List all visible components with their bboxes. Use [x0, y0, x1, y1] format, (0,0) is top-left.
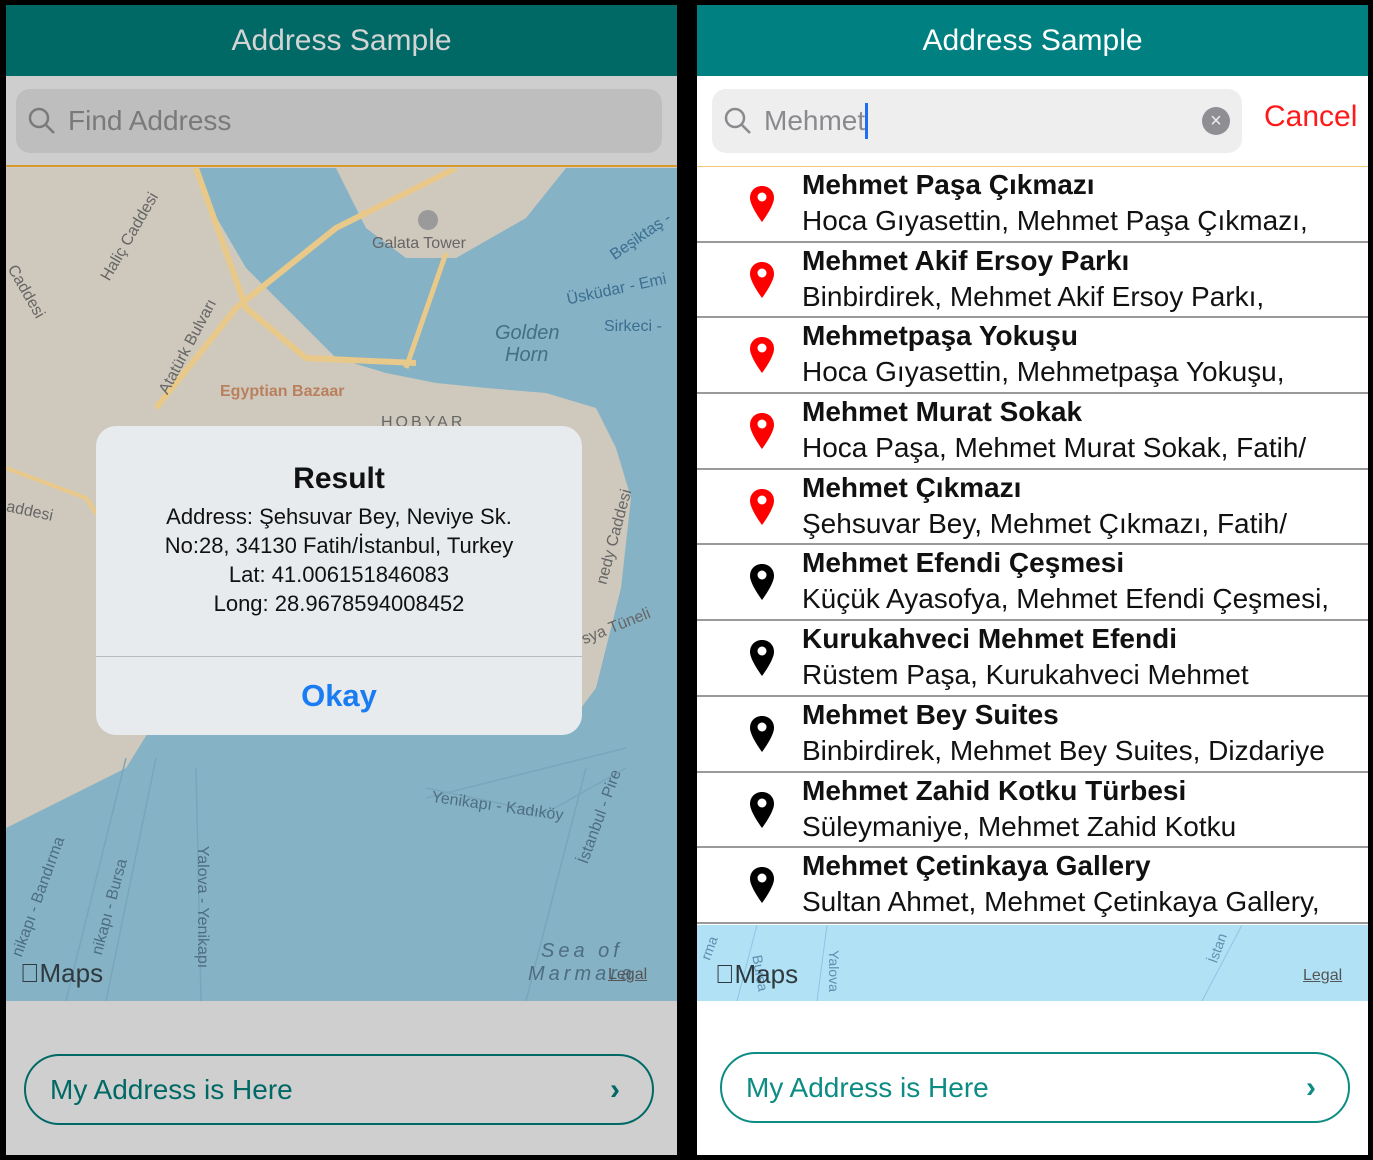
result-subtitle: Küçük Ayasofya, Mehmet Efendi Çeşmesi,	[802, 583, 1330, 615]
my-address-button[interactable]: My Address is Here ›	[24, 1054, 654, 1125]
result-row[interactable]: Mehmet Paşa Çıkmazı Hoca Gıyasettin, Meh…	[697, 167, 1368, 243]
okay-button[interactable]: Okay	[96, 657, 582, 735]
location-pin-icon	[750, 564, 774, 601]
map-label: Sea of	[541, 940, 623, 962]
location-pin-icon	[750, 261, 774, 298]
result-subtitle: Binbirdirek, Mehmet Akif Ersoy Parkı,	[802, 280, 1265, 312]
alert-latitude: Lat: 41.006151846083	[228, 562, 450, 587]
button-label: My Address is Here	[746, 1071, 989, 1103]
result-subtitle: Hoca Gıyasettin, Mehmet Paşa Çıkmazı,	[802, 205, 1308, 236]
result-subtitle: Hoca Gıyasettin, Mehmetpaşa Yokuşu,	[802, 356, 1285, 388]
result-title: Mehmet Zahid Kotku Türbesi	[802, 774, 1187, 806]
result-title: Mehmet Çetinkaya Gallery	[802, 850, 1151, 882]
location-pin-icon	[750, 413, 774, 450]
map-label: Egyptian Bazaar	[220, 383, 345, 400]
map-label: Sirkeci -	[604, 318, 662, 335]
result-row[interactable]: Mehmet Zahid Kotku Türbesi Süleymaniye, …	[697, 773, 1368, 849]
location-pin-icon	[750, 186, 774, 222]
left-screen: Address Sample Find Address Haliç Caddes…	[6, 5, 677, 1155]
result-title: Kurukahveci Mehmet Efendi	[802, 623, 1177, 655]
result-row[interactable]: Mehmet Murat Sokak Hoca Paşa, Mehmet Mur…	[697, 394, 1368, 470]
result-row[interactable]: Mehmet Efendi Çeşmesi Küçük Ayasofya, Me…	[697, 545, 1368, 622]
result-title: Mehmet Murat Sokak	[802, 396, 1083, 428]
result-row[interactable]: Mehmetpaşa Yokuşu Hoca Gıyasettin, Mehme…	[697, 318, 1368, 395]
result-subtitle: Şehsuvar Bey, Mehmet Çıkmazı, Fatih/	[802, 507, 1287, 539]
nav-header: Address Sample	[697, 5, 1368, 76]
app-title: Address Sample	[922, 23, 1143, 57]
result-subtitle: Sultan Ahmet, Mehmet Çetinkaya Gallery,	[802, 886, 1320, 918]
app-title: Address Sample	[231, 23, 452, 57]
location-pin-icon	[750, 337, 774, 374]
result-title: Mehmet Akif Ersoy Parkı	[802, 244, 1130, 276]
map-view[interactable]: rma Bursa Yalova İstan Maps Legal	[697, 925, 1368, 1001]
result-subtitle: Süleymaniye, Mehmet Zahid Kotku	[802, 810, 1237, 842]
result-alert: Result Address: Şehsuvar Bey, Neviye Sk.…	[96, 426, 582, 735]
search-bar: Mehmet × Cancel	[697, 76, 1368, 167]
right-screen: Address Sample Mehmet × Cancel Mehmet Pa…	[697, 5, 1368, 1155]
chevron-right-icon: ›	[1306, 1070, 1316, 1104]
location-pin-icon	[750, 640, 774, 677]
result-subtitle: Hoca Paşa, Mehmet Murat Sokak, Fatih/	[802, 432, 1307, 464]
result-row[interactable]: Mehmet Çetinkaya Gallery Sultan Ahmet, M…	[697, 848, 1368, 924]
results-list: Mehmet Paşa Çıkmazı Hoca Gıyasettin, Meh…	[697, 167, 1368, 924]
clear-icon[interactable]: ×	[1202, 107, 1230, 135]
apple-maps-logo: Maps	[20, 958, 103, 988]
apple-maps-logo: Maps	[715, 959, 798, 989]
map-label: Galata Tower	[372, 235, 466, 252]
text-cursor	[865, 103, 869, 139]
alert-address-line: No:28, 34130 Fatih/İstanbul, Turkey	[164, 533, 514, 558]
result-title: Mehmet Paşa Çıkmazı	[802, 169, 1095, 200]
cancel-button[interactable]: Cancel	[1264, 100, 1357, 134]
search-value: Mehmet	[764, 105, 866, 136]
map-label: Horn	[505, 344, 549, 366]
result-subtitle: Rüstem Paşa, Kurukahveci Mehmet	[802, 659, 1249, 691]
location-pin-icon	[750, 867, 774, 904]
map-label: Yalova - Yenikapı	[194, 845, 212, 969]
result-row[interactable]: Mehmet Çıkmazı Şehsuvar Bey, Mehmet Çıkm…	[697, 470, 1368, 546]
result-title: Mehmetpaşa Yokuşu	[802, 320, 1078, 352]
alert-address-line: Address: Şehsuvar Bey, Neviye Sk.	[166, 504, 512, 529]
alert-title: Result	[293, 462, 385, 495]
alert-message: Address: Şehsuvar Bey, Neviye Sk. No:28,…	[96, 502, 582, 618]
alert-longitude: Long: 28.9678594008452	[213, 591, 465, 616]
result-row[interactable]: Mehmet Akif Ersoy Parkı Binbirdirek, Meh…	[697, 243, 1368, 319]
result-title: Mehmet Çıkmazı	[802, 471, 1022, 503]
nav-header: Address Sample	[6, 5, 677, 76]
location-pin-icon	[750, 488, 774, 525]
result-subtitle: Binbirdirek, Mehmet Bey Suites, Dizdariy…	[802, 734, 1325, 766]
search-icon	[724, 107, 751, 134]
legal-link[interactable]: Legal	[608, 966, 647, 984]
result-row[interactable]: Mehmet Bey Suites Binbirdirek, Mehmet Be…	[697, 697, 1368, 773]
map-label: Yalova	[825, 950, 842, 992]
result-title: Mehmet Bey Suites	[802, 698, 1059, 730]
search-input[interactable]: Mehmet ×	[712, 89, 1242, 153]
button-label: My Address is Here	[50, 1073, 293, 1105]
search-input[interactable]: Find Address	[16, 89, 662, 153]
result-title: Mehmet Efendi Çeşmesi	[802, 547, 1125, 579]
location-pin-icon	[750, 715, 774, 752]
result-row[interactable]: Kurukahveci Mehmet Efendi Rüstem Paşa, K…	[697, 621, 1368, 697]
chevron-right-icon: ›	[610, 1072, 620, 1106]
legal-link[interactable]: Legal	[1303, 967, 1342, 985]
location-pin-icon	[750, 791, 774, 828]
search-icon	[28, 107, 55, 134]
map-label: Golden	[495, 322, 560, 344]
search-placeholder: Find Address	[68, 105, 232, 136]
search-bar: Find Address	[6, 76, 677, 167]
my-address-button[interactable]: My Address is Here ›	[720, 1052, 1350, 1123]
